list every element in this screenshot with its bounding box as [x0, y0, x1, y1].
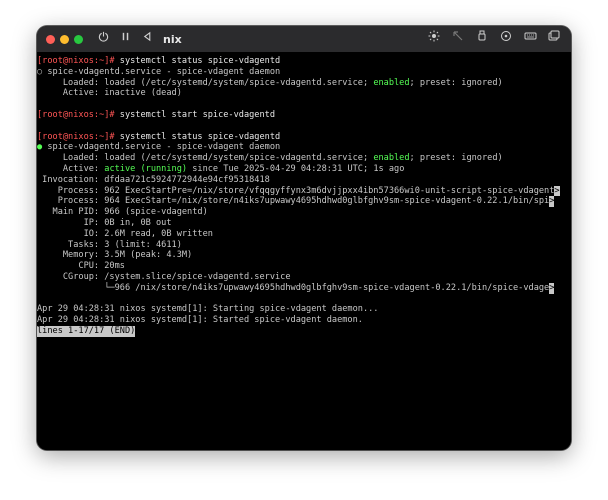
loaded-line: Loaded: loaded (/etc/systemd/system/spic… [37, 153, 571, 164]
enabled-text: enabled [373, 77, 410, 88]
unit-name: spice-vdagentd.service - spice-vdagent d… [42, 142, 281, 153]
io-line: IO: 2.6M read, 0B written [37, 228, 213, 239]
unit-name: spice-vdagentd.service - spice-vdagent d… [42, 66, 281, 77]
process-text: Process: 964 ExecStart=/nix/store/n4iks7… [37, 196, 550, 207]
running-status: active (running) [104, 163, 188, 174]
vm-name: nix [163, 32, 182, 46]
truncation-marker: > [549, 196, 555, 208]
disk-icon[interactable] [497, 26, 515, 52]
keyboard-icon[interactable] [521, 26, 539, 52]
process-line: Process: 964 ExecStart=/nix/store/n4iks7… [37, 196, 571, 208]
minimize-button[interactable] [60, 34, 69, 44]
title-bar: nix [37, 26, 571, 52]
power-icon[interactable] [95, 26, 111, 52]
pager-line: lines 1-17/17 (END) [37, 325, 571, 337]
pointer-icon[interactable] [449, 26, 467, 52]
close-button[interactable] [46, 34, 55, 44]
preset-text: ; preset: ignored) [409, 153, 503, 164]
prompt: [root@nixos:~]# [37, 109, 115, 120]
preset-text: ; preset: ignored) [409, 77, 503, 88]
prompt: [root@nixos:~]# [37, 131, 115, 142]
cgroup-child-text: └─966 /nix/store/n4iks7upwawy4695hdhwd0g… [37, 282, 550, 293]
usb-icon[interactable] [473, 26, 491, 52]
loaded-line: Loaded: loaded (/etc/systemd/system/spic… [37, 78, 571, 89]
truncation-marker: > [554, 185, 560, 197]
process-text: Process: 962 ExecStartPre=/nix/store/vfq… [37, 185, 555, 196]
command: systemctl status spice-vdagentd [114, 56, 281, 66]
prompt-line: [root@nixos:~]# systemctl status spice-v… [37, 132, 571, 143]
enabled-text: enabled [373, 153, 410, 164]
brightness-icon[interactable] [425, 26, 443, 52]
window-icon[interactable] [545, 26, 563, 52]
zoom-button[interactable] [74, 34, 83, 44]
vm-window: nix [root@nixos:~]# systemctl status spi… [37, 26, 571, 450]
unit-line: ● spice-vdagentd.service - spice-vdagent… [37, 142, 571, 153]
active-label: Active: [37, 163, 105, 174]
truncation-marker: > [549, 282, 555, 294]
unit-line: ○ spice-vdagentd.service - spice-vdagent… [37, 67, 571, 78]
active-line: Active: active (running) since Tue 2025-… [37, 164, 571, 175]
ip-line: IP: 0B in, 0B out [37, 217, 172, 228]
tasks-line: Tasks: 3 (limit: 4611) [37, 239, 182, 250]
command: systemctl status spice-vdagentd [114, 131, 281, 142]
loaded-text: Loaded: loaded (/etc/systemd/system/spic… [37, 77, 374, 88]
memory-line: Memory: 3.5M (peak: 4.3M) [37, 250, 193, 261]
prompt-line: [root@nixos:~]# systemctl start spice-vd… [37, 110, 571, 121]
back-icon[interactable] [139, 26, 155, 52]
pager-status: lines 1-17/17 (END) [37, 325, 136, 337]
invocation-line: Invocation: dfdaa721c5924772944e94cf9531… [37, 174, 270, 185]
prompt: [root@nixos:~]# [37, 56, 115, 66]
prompt-line: [root@nixos:~]# systemctl status spice-v… [37, 56, 571, 67]
process-line: Process: 962 ExecStartPre=/nix/store/vfq… [37, 185, 571, 197]
active-line: Active: inactive (dead) [37, 88, 182, 99]
log-line: Apr 29 04:28:31 nixos systemd[1]: Starti… [37, 304, 379, 315]
pause-icon[interactable] [117, 26, 133, 52]
cgroup-child-line: └─966 /nix/store/n4iks7upwawy4695hdhwd0g… [37, 282, 571, 294]
cgroup-line: CGroup: /system.slice/spice-vdagentd.ser… [37, 271, 291, 282]
active-since: since Tue 2025-04-29 04:28:31 UTC; 1s ag… [187, 163, 405, 174]
log-line: Apr 29 04:28:31 nixos systemd[1]: Starte… [37, 315, 363, 326]
cpu-line: CPU: 20ms [37, 261, 125, 272]
command: systemctl start spice-vdagentd [114, 109, 275, 120]
loaded-text: Loaded: loaded (/etc/systemd/system/spic… [37, 153, 374, 164]
terminal-screen[interactable]: [root@nixos:~]# systemctl status spice-v… [37, 56, 571, 450]
mainpid-line: Main PID: 966 (spice-vdagentd) [37, 207, 208, 218]
